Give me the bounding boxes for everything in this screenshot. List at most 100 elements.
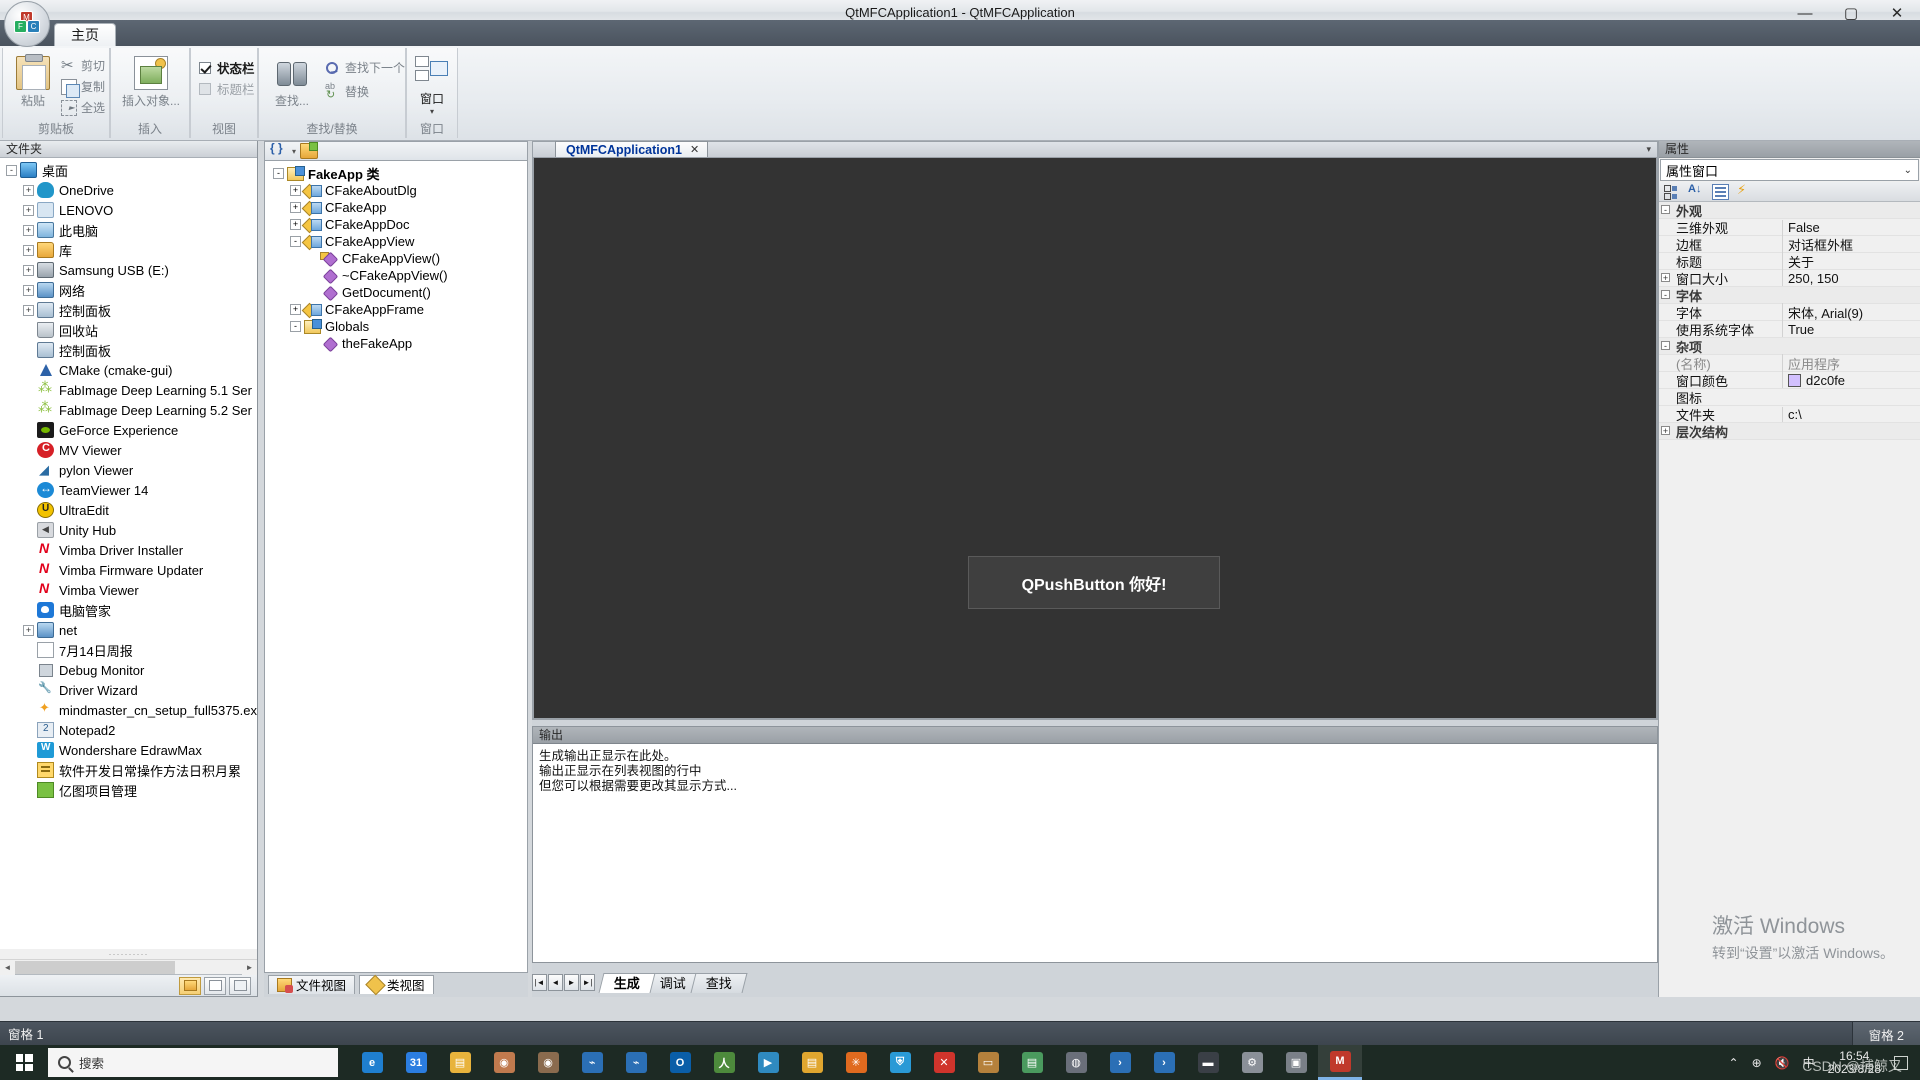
view-list-button[interactable] bbox=[229, 976, 251, 995]
property-value[interactable]: c:\ bbox=[1782, 406, 1920, 422]
folder-tree-item[interactable]: Driver Wizard bbox=[0, 680, 257, 700]
taskbar-icon-photos-b[interactable]: ◉ bbox=[526, 1045, 570, 1080]
property-value[interactable]: True bbox=[1782, 321, 1920, 337]
folder-tree-item[interactable]: 电脑管家 bbox=[0, 600, 257, 620]
window-button[interactable]: 窗口 ▾ bbox=[409, 54, 455, 116]
view-details-button[interactable] bbox=[204, 976, 226, 995]
folder-tree-item[interactable]: UltraEdit bbox=[0, 500, 257, 520]
taskbar-icon-terminal-b[interactable]: › bbox=[1142, 1045, 1186, 1080]
new-folder-icon[interactable] bbox=[300, 142, 319, 159]
taskbar-icon-console[interactable]: ▬ bbox=[1186, 1045, 1230, 1080]
expand-icon[interactable]: + bbox=[290, 219, 301, 230]
find-next-button[interactable]: 查找下一个 bbox=[325, 58, 405, 77]
property-category-row[interactable]: + 层次结构 bbox=[1659, 423, 1920, 440]
taskbar-icon-tool[interactable]: ▣ bbox=[1274, 1045, 1318, 1080]
class-tree-item[interactable]: - Globals bbox=[265, 318, 527, 335]
taskbar-icon-vscode-a[interactable]: ⌁ bbox=[570, 1045, 614, 1080]
expand-icon[interactable]: + bbox=[23, 204, 34, 216]
taskbar-icon-edge[interactable]: e bbox=[350, 1045, 394, 1080]
cut-button[interactable]: 剪切 bbox=[61, 56, 105, 75]
folder-horizontal-scrollbar[interactable]: ◄ ► bbox=[0, 959, 257, 975]
scroll-left-icon[interactable]: ◄ bbox=[0, 960, 15, 975]
nav-next-button[interactable]: ► bbox=[564, 973, 579, 991]
property-value[interactable]: 250, 150 bbox=[1782, 270, 1920, 286]
taskbar-icon-photos-a[interactable]: ◉ bbox=[482, 1045, 526, 1080]
folder-tree-item[interactable]: + 此电脑 bbox=[0, 220, 257, 240]
taskbar-icon-vscode-b[interactable]: ⌁ bbox=[614, 1045, 658, 1080]
mdi-tab-close-icon[interactable]: ✕ bbox=[690, 143, 699, 156]
folder-tree-item[interactable]: + net bbox=[0, 620, 257, 640]
mdi-tab-qtmfcapplication1[interactable]: QtMFCApplication1 ✕ bbox=[555, 141, 709, 157]
collapse-icon[interactable]: - bbox=[1659, 341, 1672, 351]
window-caret-icon[interactable]: ▾ bbox=[430, 107, 434, 116]
property-row[interactable]: 窗口颜色 d2c0fe bbox=[1659, 372, 1920, 389]
property-row[interactable]: 使用系统字体 True bbox=[1659, 321, 1920, 338]
taskbar-icon-globe[interactable]: ◍ bbox=[1054, 1045, 1098, 1080]
tray-chevron-icon[interactable]: ⌃ bbox=[1729, 1056, 1739, 1070]
property-row[interactable]: 图标 bbox=[1659, 389, 1920, 406]
taskbar-search-box[interactable]: 搜索 bbox=[48, 1048, 338, 1077]
expand-icon[interactable]: + bbox=[1659, 273, 1672, 283]
expand-icon[interactable]: + bbox=[290, 304, 301, 315]
class-tree-item[interactable]: + CFakeAppDoc bbox=[265, 216, 527, 233]
output-text[interactable]: 生成输出正显示在此处。 输出正显示在列表视图的行中 但您可以根据需要更改其显示方式.… bbox=[533, 744, 1657, 799]
properties-grid[interactable]: - 外观 三维外观 False 边框 对话框外框 标题 关于 + 窗口大小 250, 150- 字体字… bbox=[1659, 202, 1920, 440]
view-thumbnails-button[interactable] bbox=[179, 976, 201, 995]
class-tree-item[interactable]: + CFakeApp bbox=[265, 199, 527, 216]
folder-pane-grip[interactable]: ·········· bbox=[0, 949, 257, 959]
start-button[interactable] bbox=[0, 1045, 48, 1080]
property-row[interactable]: 字体 宋体, Arial(9) bbox=[1659, 302, 1920, 322]
application-menu-button[interactable]: M F C bbox=[4, 1, 50, 47]
property-category-row[interactable]: - 杂项 bbox=[1659, 338, 1920, 355]
class-pane-tab[interactable]: 文件视图 bbox=[268, 974, 356, 994]
folder-tree-item[interactable]: FabImage Deep Learning 5.2 Ser bbox=[0, 399, 257, 420]
expand-icon[interactable]: + bbox=[23, 244, 34, 256]
taskbar-icon-media[interactable]: ▶ bbox=[746, 1045, 790, 1080]
design-canvas[interactable]: QPushButton 你好! bbox=[532, 158, 1658, 720]
tab-home[interactable]: 主页 bbox=[54, 23, 116, 46]
taskbar-icon-folder-y[interactable]: ▤ bbox=[790, 1045, 834, 1080]
property-category-row[interactable]: - 外观 bbox=[1659, 202, 1920, 219]
property-value[interactable]: 应用程序 bbox=[1782, 353, 1920, 373]
folder-tree-item[interactable]: + LENOVO bbox=[0, 200, 257, 220]
folder-tree-item[interactable]: + Samsung USB (E:) bbox=[0, 260, 257, 280]
property-category-row[interactable]: - 字体 bbox=[1659, 287, 1920, 304]
qpushbutton-widget[interactable]: QPushButton 你好! bbox=[968, 556, 1220, 609]
nav-last-button[interactable]: ►| bbox=[580, 973, 595, 991]
insert-object-button[interactable]: 插入对象... bbox=[117, 56, 185, 109]
property-value[interactable]: 关于 bbox=[1782, 251, 1920, 271]
property-row[interactable]: 三维外观 False bbox=[1659, 219, 1920, 236]
property-row[interactable]: 标题 关于 bbox=[1659, 251, 1920, 271]
class-tree-item[interactable]: theFakeApp bbox=[265, 335, 527, 352]
folder-tree-item[interactable]: 软件开发日常操作方法日积月累 bbox=[0, 760, 257, 780]
folder-tree-item[interactable]: Debug Monitor bbox=[0, 660, 257, 680]
folder-tree-item[interactable]: CMake (cmake-gui) bbox=[0, 360, 257, 380]
class-tree-item[interactable]: - FakeApp 类 bbox=[265, 165, 527, 182]
class-tree-item[interactable]: ~CFakeAppView() bbox=[265, 267, 527, 284]
status-bar-toggle[interactable]: 状态栏 bbox=[199, 58, 255, 77]
properties-object-selector[interactable]: 属性窗口 ⌄ bbox=[1660, 159, 1919, 181]
property-row[interactable]: 边框 对话框外框 bbox=[1659, 234, 1920, 254]
collapse-icon[interactable]: - bbox=[290, 321, 301, 332]
folder-tree-item[interactable]: Vimba Viewer bbox=[0, 580, 257, 600]
taskbar-icon-calendar[interactable]: 31 bbox=[394, 1045, 438, 1080]
scroll-right-icon[interactable]: ► bbox=[242, 960, 257, 975]
folder-tree-item[interactable]: + OneDrive bbox=[0, 180, 257, 200]
class-view-caret-icon[interactable]: ▾ bbox=[292, 147, 296, 156]
folder-tree-item[interactable]: 7月14日周报 bbox=[0, 640, 257, 660]
nav-prev-button[interactable]: ◄ bbox=[548, 973, 563, 991]
collapse-icon[interactable]: - bbox=[1659, 290, 1672, 300]
folder-tree-item[interactable]: FabImage Deep Learning 5.1 Ser bbox=[0, 379, 257, 400]
property-row[interactable]: 文件夹 c:\ bbox=[1659, 406, 1920, 423]
class-tree-item[interactable]: GetDocument() bbox=[265, 284, 527, 301]
network-icon[interactable]: ⊕ bbox=[1752, 1056, 1762, 1070]
taskbar-icon-mfc-app[interactable]: M bbox=[1318, 1045, 1362, 1080]
expand-icon[interactable]: + bbox=[23, 224, 34, 236]
events-icon[interactable] bbox=[1736, 182, 1753, 200]
folder-tree-item[interactable]: + 网络 bbox=[0, 280, 257, 300]
class-pane-tab[interactable]: 类视图 bbox=[359, 974, 434, 995]
taskbar-icon-file-explorer[interactable]: ▤ bbox=[438, 1045, 482, 1080]
folder-tree-item[interactable]: Wondershare EdrawMax bbox=[0, 740, 257, 760]
expand-icon[interactable]: + bbox=[23, 264, 34, 276]
folder-tree-item[interactable]: + 库 bbox=[0, 240, 257, 260]
